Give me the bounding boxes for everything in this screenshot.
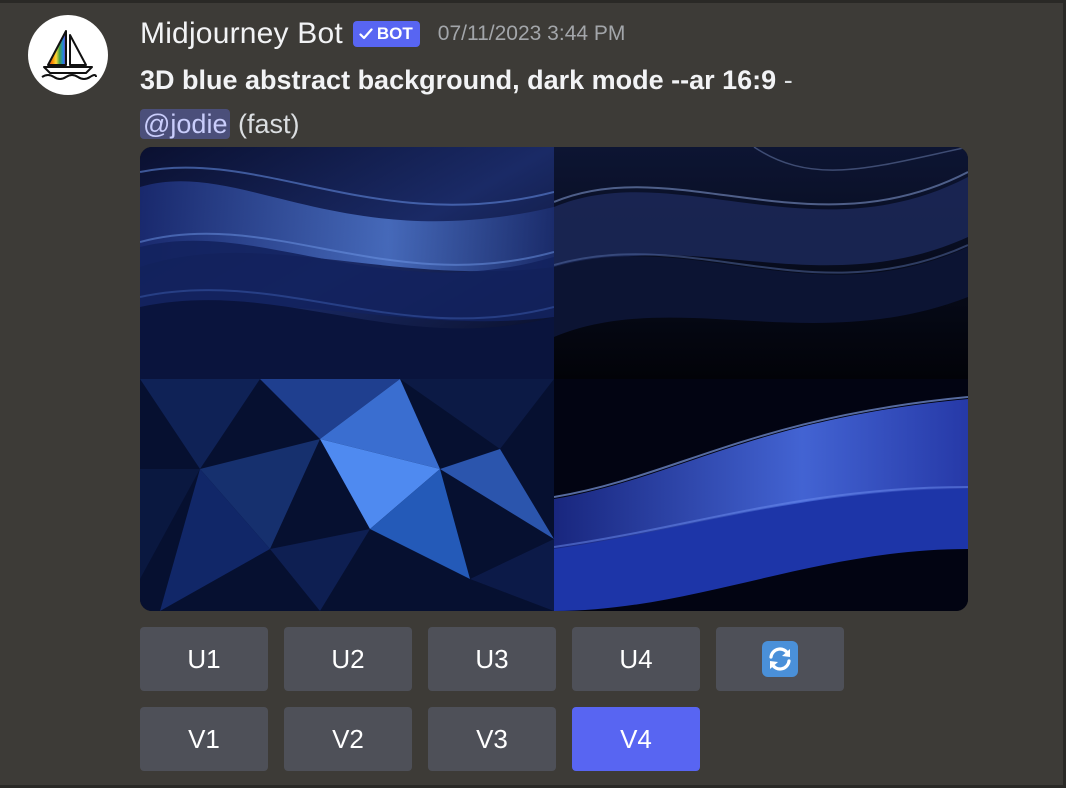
avatar[interactable]	[28, 15, 108, 95]
image-grid[interactable]	[140, 147, 968, 611]
separator: -	[783, 65, 793, 95]
image-tile-4[interactable]	[554, 379, 968, 611]
u4-button[interactable]: U4	[572, 627, 700, 691]
user-mention[interactable]: @jodie	[140, 109, 231, 139]
u2-button[interactable]: U2	[284, 627, 412, 691]
v2-button[interactable]: V2	[284, 707, 412, 771]
v4-button[interactable]: V4	[572, 707, 700, 771]
reroll-button[interactable]	[716, 627, 844, 691]
prompt-text: 3D blue abstract background, dark mode -…	[140, 65, 777, 95]
verified-check-icon	[359, 28, 373, 40]
sailboat-logo-icon	[41, 30, 97, 80]
message-content: 3D blue abstract background, dark mode -…	[140, 58, 1040, 146]
message-header: Midjourney Bot BOT 07/11/2023 3:44 PM	[140, 15, 625, 53]
bot-badge: BOT	[352, 21, 420, 47]
u1-button[interactable]: U1	[140, 627, 268, 691]
v3-button[interactable]: V3	[428, 707, 556, 771]
message-timestamp: 07/11/2023 3:44 PM	[437, 22, 626, 45]
bot-badge-label: BOT	[376, 24, 413, 43]
image-tile-2[interactable]	[554, 147, 968, 379]
chat-window: Midjourney Bot BOT 07/11/2023 3:44 PM 3D…	[0, 0, 1066, 788]
image-tile-1[interactable]	[140, 147, 554, 379]
refresh-icon	[761, 640, 799, 678]
v1-button[interactable]: V1	[140, 707, 268, 771]
author-name[interactable]: Midjourney Bot	[140, 17, 343, 51]
u3-button[interactable]: U3	[428, 627, 556, 691]
image-tile-3[interactable]	[140, 379, 554, 611]
speed-label: (fast)	[237, 109, 300, 139]
